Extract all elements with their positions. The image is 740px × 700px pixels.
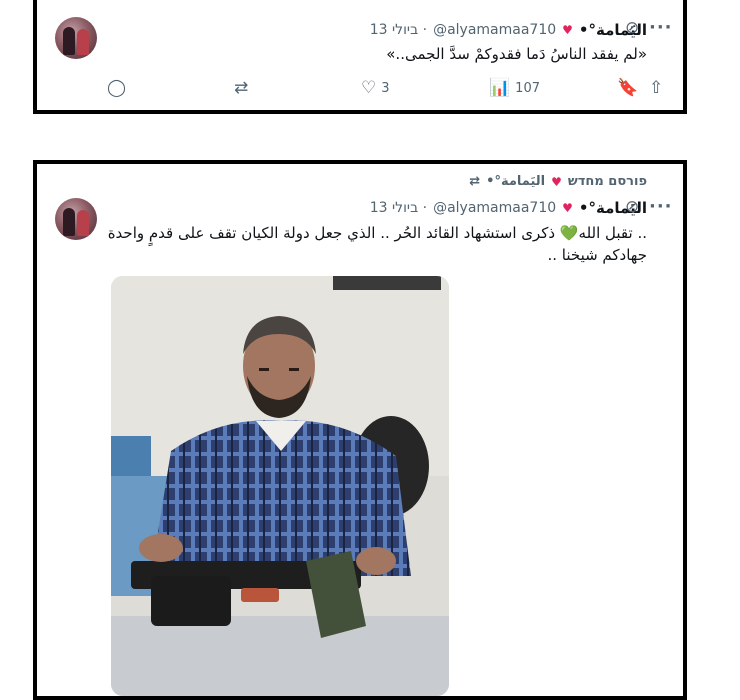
avatar[interactable] [55,17,97,59]
views-button[interactable]: 📊 107 [489,78,540,98]
grok-icon[interactable]: ⊘ [625,197,639,217]
repost-indicator: פורסם מחדש ♥ •°اليَمامة ⇄ [469,174,647,189]
more-icon[interactable]: ··· [649,17,673,38]
tweet-header: •°اليَمامة ♥ @alyamamaa710 13 ביולי · [370,198,647,218]
tweet-text: «لم يفقد الناسُ دَما فقدوكمْ سدَّ الجمى.… [386,45,647,63]
heart-badge-icon: ♥ [562,201,573,215]
avatar[interactable] [55,198,97,240]
tweet-text-line-2: جهادكم شيخنا .. [547,246,647,264]
tweet-photo[interactable] [111,276,449,696]
like-count: 3 [381,80,390,96]
author-handle[interactable]: @alyamamaa710 [433,200,556,216]
views-icon: 📊 [489,78,511,98]
action-bar: ◯ ⇄ ♡ 3 📊 107 🔖 ⇧ [99,78,665,100]
bookmark-icon: 🔖 [617,78,639,98]
reply-button[interactable]: ◯ [107,78,126,98]
tweet-date[interactable]: 13 ביולי · [370,22,427,38]
tweet-text-line-1: .. تقبل الله💚 ذكرى استشهاد القائد الحُر … [107,224,647,242]
share-icon: ⇧ [649,78,664,98]
tweet-card-2: פורסם מחדש ♥ •°اليَمامة ⇄ •°اليَمامة ♥ @… [33,160,687,700]
repost-label: פורסם מחדש [567,174,647,189]
heart-badge-icon: ♥ [551,174,562,189]
tweet-card-1: •°اليَمامة ♥ @alyamamaa710 13 ביולי · ⊘ … [33,0,687,114]
heart-badge-icon: ♥ [562,23,573,37]
reply-icon: ◯ [107,78,127,98]
retweet-icon: ⇄ [234,78,249,98]
bookmark-button[interactable]: 🔖 [617,78,638,98]
views-count: 107 [515,80,540,96]
more-icon[interactable]: ··· [649,196,673,217]
grok-icon[interactable]: ⊘ [625,18,639,38]
repost-icon: ⇄ [469,174,481,189]
heart-icon: ♡ [361,78,377,98]
tweet-date[interactable]: 13 ביולי · [370,200,427,216]
like-button[interactable]: ♡ 3 [361,78,390,98]
share-button[interactable]: ⇧ [649,78,663,98]
author-handle[interactable]: @alyamamaa710 [433,22,556,38]
retweet-button[interactable]: ⇄ [234,78,248,98]
photo-image [111,276,449,696]
tweet-header: •°اليَمامة ♥ @alyamamaa710 13 ביולי · [370,20,647,40]
repost-author[interactable]: •°اليَمامة [486,174,545,189]
